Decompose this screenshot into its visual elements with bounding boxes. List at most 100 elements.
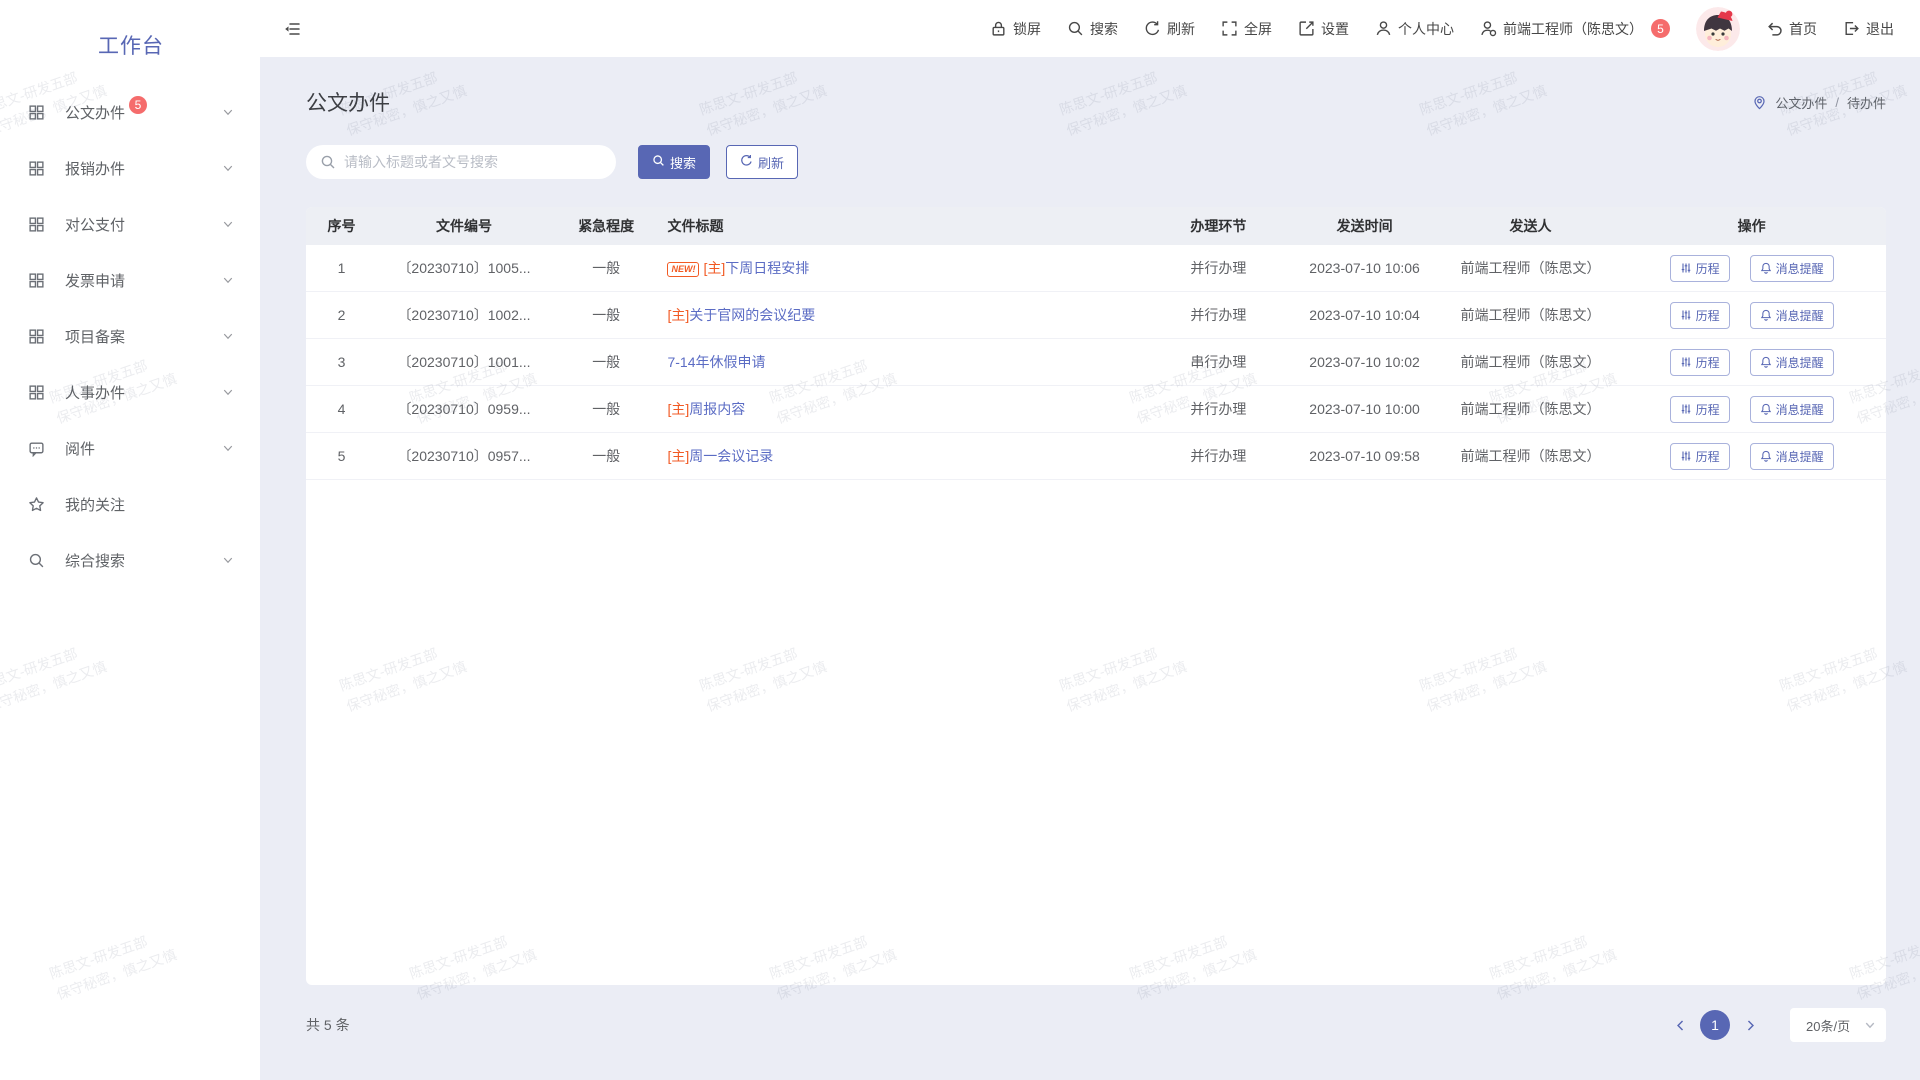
logout-button[interactable]: 退出: [1843, 19, 1894, 39]
table-row: 3〔20230710〕1001...一般7-14年休假申请串行办理2023-07…: [306, 339, 1886, 386]
sidebar: 工作台 公文办件5报销办件对公支付发票申请项目备案人事办件阅件我的关注综合搜索: [0, 0, 260, 1080]
sliders-icon: [1680, 356, 1692, 368]
doc-title-cell: 7-14年休假申请: [661, 352, 1151, 372]
history-button[interactable]: 历程: [1670, 255, 1730, 282]
search-icon: [320, 154, 336, 175]
search-button[interactable]: 搜索: [638, 145, 710, 179]
message-remind-label: 消息提醒: [1776, 401, 1824, 418]
grid-icon: [28, 216, 45, 233]
column-header: 文件编号: [377, 216, 551, 236]
sidebar-item-label: 对公支付: [65, 214, 125, 235]
fullscreen-icon: [1221, 20, 1238, 37]
search-box: [306, 145, 616, 179]
refresh-button[interactable]: 刷新: [726, 145, 798, 179]
next-page-button[interactable]: [1738, 1010, 1762, 1040]
document-table-card: 序号文件编号紧急程度文件标题办理环节发送时间发送人操作 1〔20230710〕1…: [306, 207, 1886, 985]
sidebar-item-5[interactable]: 项目备案: [0, 308, 260, 364]
sidebar-collapse-icon[interactable]: [283, 20, 301, 38]
sidebar-item-4[interactable]: 发票申请: [0, 252, 260, 308]
process-step: 并行办理: [1151, 399, 1285, 419]
breadcrumb-root[interactable]: 公文办件: [1775, 93, 1827, 112]
sidebar-item-2[interactable]: 报销办件: [0, 140, 260, 196]
topbar-toolbar: 锁屏 搜索 刷新 全屏 设置 个人中心 前端工程师（陈思文） 5: [990, 7, 1894, 51]
sidebar-item-6[interactable]: 人事办件: [0, 364, 260, 420]
refresh-icon: [1144, 20, 1161, 37]
sidebar-item-7[interactable]: 阅件: [0, 420, 260, 476]
topbar-action-刷新[interactable]: 刷新: [1144, 19, 1195, 39]
topbar-action-label: 个人中心: [1398, 19, 1454, 39]
refresh-icon: [740, 154, 753, 170]
bell-icon: [1760, 356, 1772, 368]
doc-number: 〔20230710〕0959...: [377, 399, 551, 419]
topbar-action-label: 设置: [1321, 19, 1349, 39]
prev-page-button[interactable]: [1668, 1010, 1692, 1040]
column-header: 办理环节: [1151, 216, 1285, 236]
sidebar-item-9[interactable]: 综合搜索: [0, 532, 260, 588]
doc-title-link[interactable]: 7-14年休假申请: [667, 354, 765, 370]
settings-icon: [1298, 20, 1315, 37]
topbar-action-label: 全屏: [1244, 19, 1272, 39]
row-index: 4: [306, 401, 377, 417]
topbar-action-搜索[interactable]: 搜索: [1067, 19, 1118, 39]
sidebar-item-label: 我的关注: [65, 494, 125, 515]
doc-title-link[interactable]: 关于官网的会议纪要: [689, 307, 815, 323]
page-size-select[interactable]: 20条/页: [1790, 1008, 1886, 1042]
message-remind-button[interactable]: 消息提醒: [1750, 396, 1834, 423]
sliders-icon: [1680, 403, 1692, 415]
location-pin-icon: [1752, 95, 1767, 110]
doc-title-link[interactable]: 周一会议记录: [689, 448, 773, 464]
doc-number: 〔20230710〕1005...: [377, 258, 551, 278]
main-doc-tag: [主]: [667, 448, 689, 464]
topbar-action-设置[interactable]: 设置: [1298, 19, 1349, 39]
pagination: 1 20条/页: [1668, 1008, 1886, 1042]
grid-icon: [28, 272, 45, 289]
history-button-label: 历程: [1696, 307, 1720, 324]
sidebar-item-label: 综合搜索: [65, 550, 125, 571]
topbar-action-锁屏[interactable]: 锁屏: [990, 19, 1041, 39]
lock-icon: [990, 20, 1007, 37]
history-button[interactable]: 历程: [1670, 396, 1730, 423]
send-time: 2023-07-10 10:06: [1286, 260, 1444, 276]
table-row: 5〔20230710〕0957...一般[主]周一会议记录并行办理2023-07…: [306, 433, 1886, 480]
row-index: 5: [306, 448, 377, 464]
message-remind-button[interactable]: 消息提醒: [1750, 255, 1834, 282]
sidebar-item-3[interactable]: 对公支付: [0, 196, 260, 252]
search-input[interactable]: [306, 145, 616, 179]
content-area: 公文办件 公文办件 / 待办件 搜索 刷新 序号文件编号紧急程: [260, 57, 1920, 1080]
page-title: 公文办件: [306, 87, 390, 117]
topbar-action-label: 刷新: [1167, 19, 1195, 39]
sender: 前端工程师（陈思文）: [1444, 258, 1618, 278]
breadcrumb: 公文办件 / 待办件: [1752, 93, 1886, 112]
comment-icon: [28, 440, 45, 457]
notification-badge: 5: [1651, 19, 1670, 38]
doc-title-link[interactable]: 下周日程安排: [725, 260, 809, 276]
sender: 前端工程师（陈思文）: [1444, 352, 1618, 372]
history-button[interactable]: 历程: [1670, 302, 1730, 329]
chevron-down-icon: [222, 162, 234, 174]
main-doc-tag: [主]: [667, 307, 689, 323]
current-role[interactable]: 前端工程师（陈思文） 5: [1480, 19, 1670, 39]
message-remind-button[interactable]: 消息提醒: [1750, 443, 1834, 470]
home-button[interactable]: 首页: [1766, 19, 1817, 39]
doc-number: 〔20230710〕0957...: [377, 446, 551, 466]
logout-label: 退出: [1866, 19, 1894, 39]
doc-title-cell: [主]关于官网的会议纪要: [661, 305, 1151, 325]
sidebar-item-1[interactable]: 公文办件5: [0, 84, 260, 140]
table-body: 1〔20230710〕1005...一般NEW![主]下周日程安排并行办理202…: [306, 245, 1886, 480]
table-row: 4〔20230710〕0959...一般[主]周报内容并行办理2023-07-1…: [306, 386, 1886, 433]
sidebar-item-8[interactable]: 我的关注: [0, 476, 260, 532]
topbar-action-全屏[interactable]: 全屏: [1221, 19, 1272, 39]
message-remind-button[interactable]: 消息提醒: [1750, 302, 1834, 329]
user-avatar[interactable]: [1696, 7, 1740, 51]
doc-title-link[interactable]: 周报内容: [689, 401, 745, 417]
topbar-action-个人中心[interactable]: 个人中心: [1375, 19, 1454, 39]
row-actions: 历程 消息提醒: [1617, 396, 1886, 423]
page-number-button[interactable]: 1: [1700, 1010, 1730, 1040]
chevron-down-icon: [222, 330, 234, 342]
row-actions: 历程消息提醒: [1617, 255, 1886, 282]
sidebar-item-label: 发票申请: [65, 270, 125, 291]
message-remind-button[interactable]: 消息提醒: [1750, 349, 1834, 376]
history-button[interactable]: 历程: [1670, 443, 1730, 470]
sidebar-menu: 公文办件5报销办件对公支付发票申请项目备案人事办件阅件我的关注综合搜索: [0, 82, 260, 588]
history-button[interactable]: 历程: [1670, 349, 1730, 376]
